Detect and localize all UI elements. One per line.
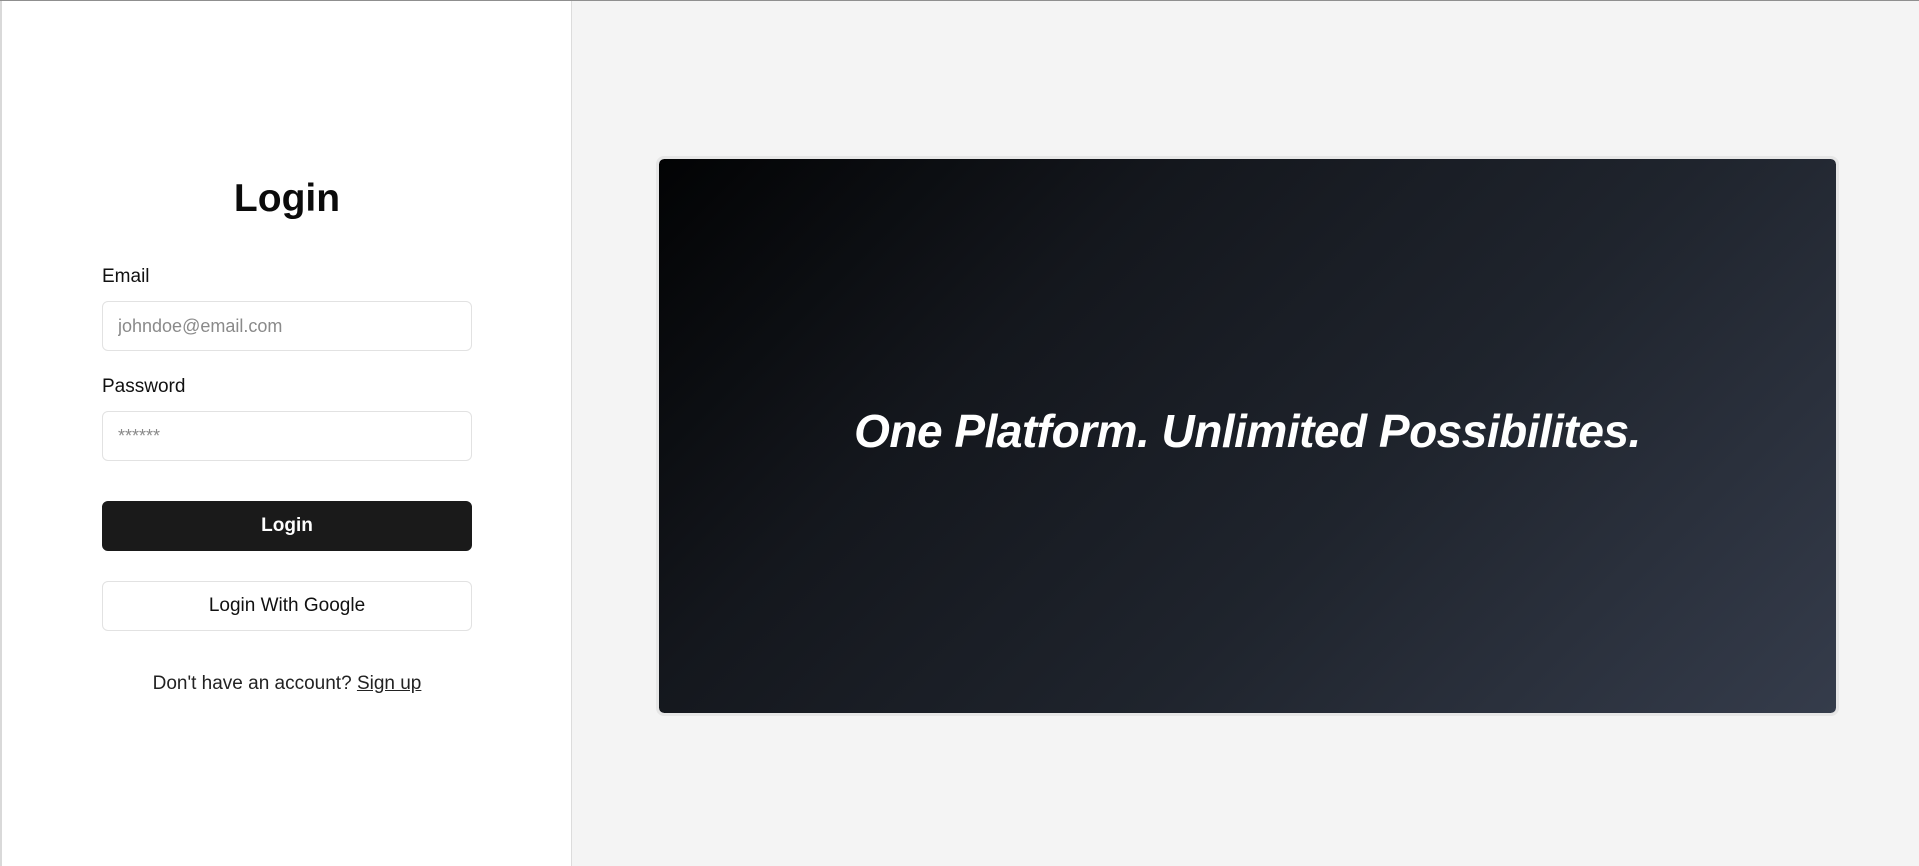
- password-field[interactable]: [102, 411, 472, 461]
- login-page: Login Email Password Login Login With Go…: [0, 0, 1919, 866]
- signup-link[interactable]: Sign up: [357, 673, 421, 694]
- hero-card: One Platform. Unlimited Possibilites.: [656, 156, 1839, 716]
- login-with-google-button[interactable]: Login With Google: [102, 581, 472, 631]
- email-field[interactable]: [102, 301, 472, 351]
- hero-background: One Platform. Unlimited Possibilites.: [659, 159, 1836, 713]
- hero-panel: One Platform. Unlimited Possibilites.: [572, 1, 1919, 866]
- page-title: Login: [233, 177, 341, 220]
- hero-tagline: One Platform. Unlimited Possibilites.: [854, 405, 1641, 457]
- email-label: Email: [102, 266, 150, 287]
- signup-prompt: Don't have an account? Sign up: [102, 673, 472, 695]
- login-panel: Login Email Password Login Login With Go…: [0, 1, 572, 866]
- signup-prompt-text: Don't have an account?: [152, 673, 357, 694]
- login-button[interactable]: Login: [102, 501, 472, 551]
- password-label: Password: [102, 376, 186, 397]
